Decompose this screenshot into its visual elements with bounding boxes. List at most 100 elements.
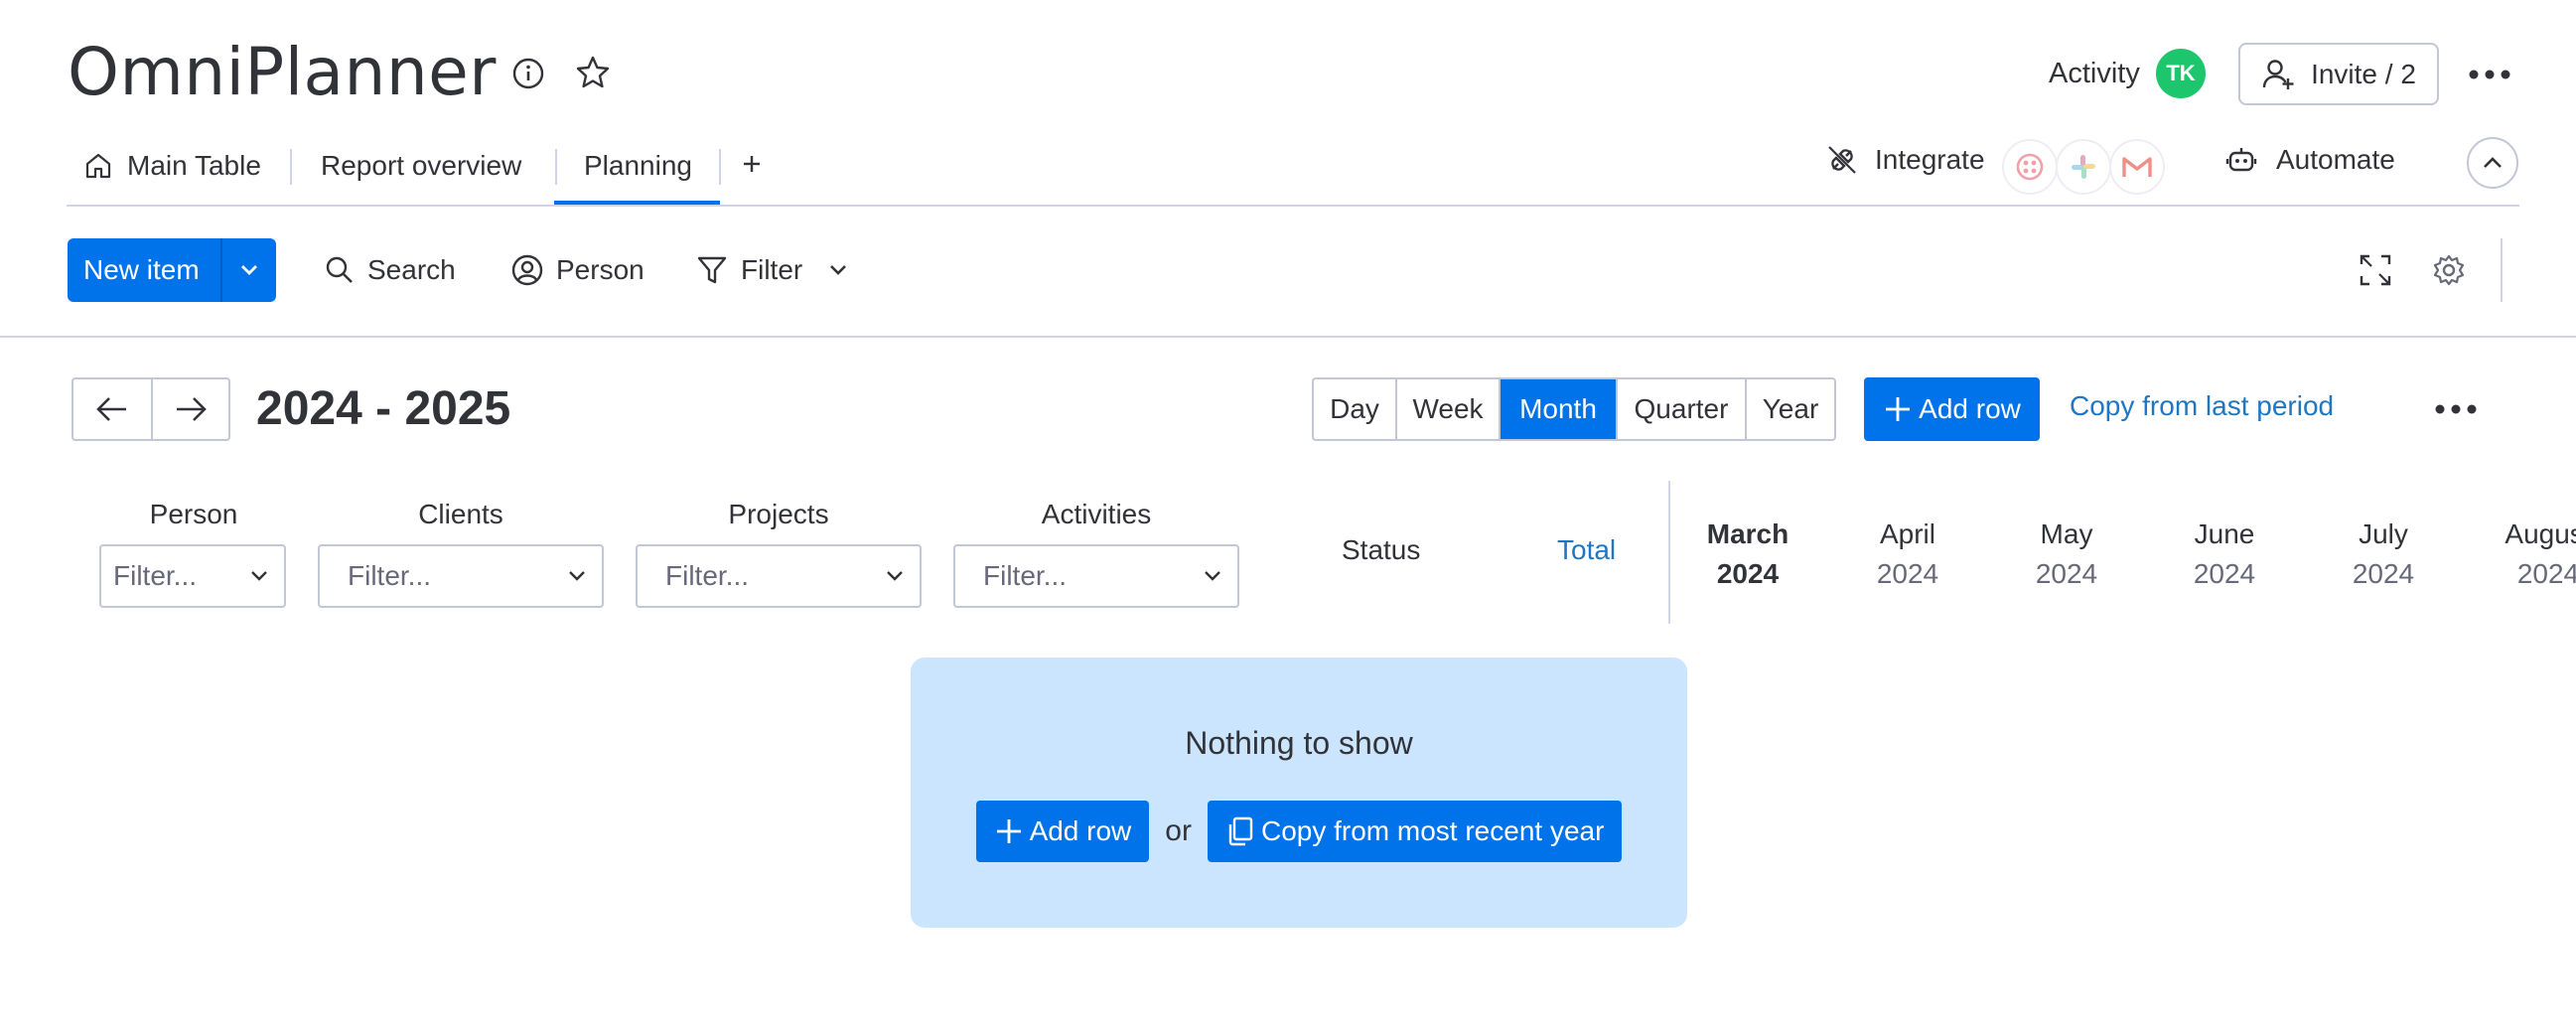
- person-filter-select[interactable]: Filter...: [99, 544, 286, 608]
- fullscreen-icon[interactable]: [2354, 248, 2397, 292]
- month-header-august: August 2024: [2479, 514, 2576, 594]
- search-icon: [324, 254, 356, 286]
- toolbar-divider: [2501, 238, 2503, 302]
- tab-label: Main Table: [127, 150, 261, 181]
- add-row-label: Add row: [1919, 393, 2021, 424]
- month-name: July: [2359, 518, 2408, 549]
- tab-label: Planning: [584, 150, 692, 181]
- chevron-down-icon: [250, 571, 268, 581]
- empty-state-title: Nothing to show: [1185, 725, 1413, 761]
- month-year: 2024: [2352, 558, 2415, 589]
- view-month[interactable]: Month: [1499, 379, 1616, 439]
- tab-main-table[interactable]: Main Table: [83, 141, 261, 191]
- more-options-icon[interactable]: [2463, 50, 2516, 99]
- filter-placeholder: Filter...: [348, 560, 432, 591]
- tab-divider: [555, 149, 557, 185]
- collapse-header-button[interactable]: [2467, 137, 2518, 189]
- home-icon: [83, 151, 113, 181]
- empty-state-panel: Nothing to show Add row or Copy from mos…: [911, 658, 1687, 928]
- invite-label: Invite / 2: [2311, 58, 2416, 89]
- chevron-down-icon[interactable]: [828, 264, 848, 276]
- person-column-label: Person: [149, 499, 238, 529]
- new-item-button[interactable]: New item: [68, 238, 276, 302]
- month-header-june: June 2024: [2155, 514, 2294, 594]
- avatar[interactable]: TK: [2156, 49, 2206, 98]
- clients-column-label: Clients: [418, 499, 503, 529]
- chevron-down-icon[interactable]: [222, 264, 276, 276]
- slack-icon: [2056, 139, 2111, 195]
- activities-column-label: Activities: [1041, 499, 1152, 529]
- copy-from-recent-year-button[interactable]: Copy from most recent year: [1207, 801, 1623, 862]
- plug-icon: [1825, 143, 1859, 177]
- view-year[interactable]: Year: [1745, 379, 1834, 439]
- period-navigation: [72, 377, 230, 441]
- month-header-may: May 2024: [1997, 514, 2136, 594]
- copy-icon: [1225, 815, 1255, 847]
- view-day[interactable]: Day: [1314, 379, 1395, 439]
- chevron-up-icon: [2482, 156, 2504, 170]
- view-week[interactable]: Week: [1395, 379, 1499, 439]
- copy-from-recent-year-label: Copy from most recent year: [1260, 815, 1605, 846]
- integrate-label: Integrate: [1875, 144, 1985, 175]
- person-label: Person: [556, 254, 644, 285]
- empty-add-row-button[interactable]: Add row: [975, 801, 1150, 862]
- total-column-header[interactable]: Total: [1557, 534, 1616, 566]
- view-quarter[interactable]: Quarter: [1616, 379, 1745, 439]
- activities-filter-select[interactable]: Filter...: [953, 544, 1239, 608]
- twilio-icon: [2002, 139, 2058, 195]
- automate-button[interactable]: Automate: [2224, 143, 2395, 177]
- search-button[interactable]: Search: [324, 246, 456, 294]
- activity-label[interactable]: Activity: [2049, 58, 2140, 90]
- info-icon[interactable]: [508, 54, 548, 93]
- month-header-april: April 2024: [1838, 514, 1977, 594]
- integrate-button[interactable]: Integrate: [1825, 143, 1985, 177]
- filter-placeholder: Filter...: [983, 560, 1068, 591]
- chevron-down-icon: [886, 571, 904, 581]
- projects-column-label: Projects: [728, 499, 829, 529]
- filter-placeholder: Filter...: [113, 560, 198, 591]
- filter-icon: [695, 253, 729, 287]
- new-item-label: New item: [83, 254, 200, 285]
- filter-label: Filter: [741, 254, 803, 285]
- month-name: May: [2040, 518, 2093, 549]
- column-divider: [1668, 481, 1670, 624]
- add-user-icon: [2261, 57, 2297, 92]
- section-divider: [0, 336, 2576, 338]
- month-year: 2024: [2035, 558, 2098, 589]
- gear-icon[interactable]: [2427, 248, 2471, 292]
- robot-icon: [2224, 143, 2258, 177]
- plus-icon: [1883, 394, 1913, 424]
- or-label: or: [1165, 814, 1192, 847]
- star-icon[interactable]: [572, 52, 614, 93]
- month-year: 2024: [1716, 558, 1780, 589]
- invite-button[interactable]: Invite / 2: [2238, 43, 2439, 105]
- month-name: June: [2194, 518, 2255, 549]
- person-filter-button[interactable]: Person: [510, 246, 644, 294]
- month-year: 2024: [2516, 558, 2576, 589]
- view-switcher: Day Week Month Quarter Year: [1312, 377, 1836, 441]
- arrow-right-icon: [174, 395, 208, 423]
- month-year: 2024: [1876, 558, 1939, 589]
- month-header-clip: August 2024: [2477, 514, 2576, 598]
- add-view-icon[interactable]: [735, 147, 769, 181]
- tab-planning[interactable]: Planning: [584, 141, 692, 191]
- tab-divider: [719, 149, 721, 185]
- copy-from-last-period-link[interactable]: Copy from last period: [2070, 390, 2334, 422]
- projects-filter-select[interactable]: Filter...: [636, 544, 922, 608]
- person-icon: [510, 253, 544, 287]
- month-header-july: July 2024: [2314, 514, 2453, 594]
- plus-icon: [994, 816, 1024, 846]
- board-title: OmniPlanner: [68, 34, 497, 110]
- tab-report-overview[interactable]: Report overview: [321, 141, 521, 191]
- filter-button[interactable]: Filter: [695, 246, 848, 294]
- status-column-header: Status: [1342, 534, 1421, 565]
- chevron-down-icon: [568, 571, 586, 581]
- clients-filter-select[interactable]: Filter...: [318, 544, 604, 608]
- chevron-down-icon: [1204, 571, 1221, 581]
- previous-period-button[interactable]: [73, 379, 151, 439]
- empty-state-actions: Add row or Copy from most recent year: [911, 801, 1687, 862]
- more-options-icon[interactable]: [2429, 389, 2483, 429]
- period-title: 2024 - 2025: [256, 382, 511, 435]
- next-period-button[interactable]: [150, 379, 228, 439]
- add-row-button[interactable]: Add row: [1864, 377, 2040, 441]
